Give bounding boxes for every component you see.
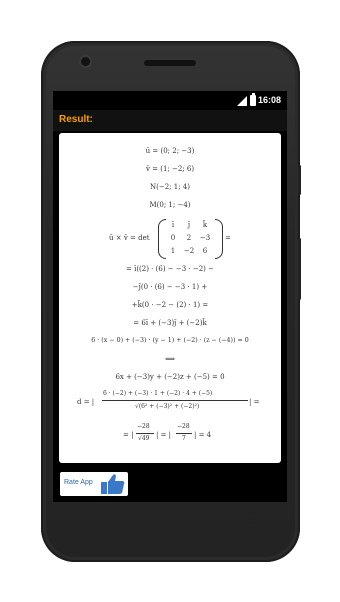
vector-v: v̄ = (1; −2; 6) (145, 165, 195, 173)
status-bar: 16:08 (53, 91, 287, 110)
rate-app-label: Rate App (64, 479, 93, 486)
plane-equation: 6x + (−3)y + (−2)z + (−5) = 0 (115, 373, 225, 381)
final-mid: | = | (156, 431, 172, 439)
matrix-cell: 0 (170, 234, 176, 242)
distance-result: = | −28 √49 | = | −28 7 | = 4 (59, 423, 281, 449)
distance-denominator: √(6² + (−3)² + (−2)²) (135, 403, 200, 410)
point-n: N(−2; 1; 4) (150, 183, 190, 191)
matrix-cell: −3 (199, 234, 211, 242)
normal-vector: = 6ī + (−3)j̄ + (−2)k̄ (133, 319, 207, 327)
battery-icon (250, 93, 256, 106)
signal-icon (237, 96, 247, 106)
result-card: ū = (0; 2; −3) v̄ = (1; −2; 6) N(−2; 1; … (59, 133, 281, 463)
matrix-cell: k̄ (202, 221, 208, 229)
equivalence-symbol: ⟺ (164, 355, 176, 363)
step-line: = ī((2) · (6) − −3 · −2) − (125, 265, 215, 273)
plane-equation-expanded: 6 · (x − 0) + (−3) · (y − 1) + (−2) · (z… (91, 337, 249, 344)
final-prefix: = | (123, 431, 134, 439)
matrix-cell: 6 (202, 247, 208, 255)
final-suffix: | = 4 (194, 431, 212, 439)
earpiece-speaker (144, 60, 196, 66)
distance-numerator: 6 · (−2) + (−3) · 1 + (−2) · 4 + (−5) (103, 390, 213, 397)
distance-suffix: | = (249, 398, 260, 406)
volume-button (298, 238, 301, 300)
distance-formula: d = | 6 · (−2) + (−3) · 1 + (−2) · 4 + (… (59, 389, 281, 419)
matrix-cell: −2 (183, 247, 195, 255)
cross-product-label: ū × v̄ = det (109, 234, 150, 242)
result-title: Result: (59, 114, 93, 125)
point-m: M(0; 1; −4) (149, 201, 191, 209)
final-denominator-1: √49 (138, 435, 150, 442)
vector-u: ū = (0; 2; −3) (145, 147, 195, 155)
final-denominator-2: 7 (182, 435, 186, 442)
final-numerator-2: −28 (177, 423, 190, 430)
screen: 16:08 Result: ū = (0; 2; −3) v̄ = (1; −2… (53, 91, 287, 502)
final-fraction-bar-1 (136, 433, 154, 434)
step-line: +k̄(0 · −2 − (2) · 1) = (131, 301, 209, 309)
front-camera (81, 57, 90, 66)
matrix-cell: ī (171, 221, 175, 229)
matrix-cell: 1 (170, 247, 176, 255)
step-line: −j̄(0 · (6) − −3 · 1) + (132, 283, 208, 291)
cross-product-matrix: ū × v̄ = det ī j̄ k̄ 0 2 −3 1 −2 6 = (59, 219, 281, 259)
status-time: 16:08 (257, 95, 281, 105)
final-fraction-bar-2 (176, 433, 192, 434)
app-bar: Result: (53, 110, 287, 131)
distance-fraction-bar (102, 400, 248, 401)
matrix-cell: 2 (186, 234, 192, 242)
rate-app-button[interactable]: Rate App (60, 472, 128, 496)
matrix-equals: = (225, 234, 231, 242)
matrix-right-paren (215, 219, 223, 259)
thumbs-up-icon (101, 474, 125, 494)
power-button (298, 165, 301, 195)
distance-prefix: d = | (77, 398, 95, 406)
matrix-cell: j̄ (187, 221, 191, 229)
final-numerator-1: −28 (137, 423, 150, 430)
